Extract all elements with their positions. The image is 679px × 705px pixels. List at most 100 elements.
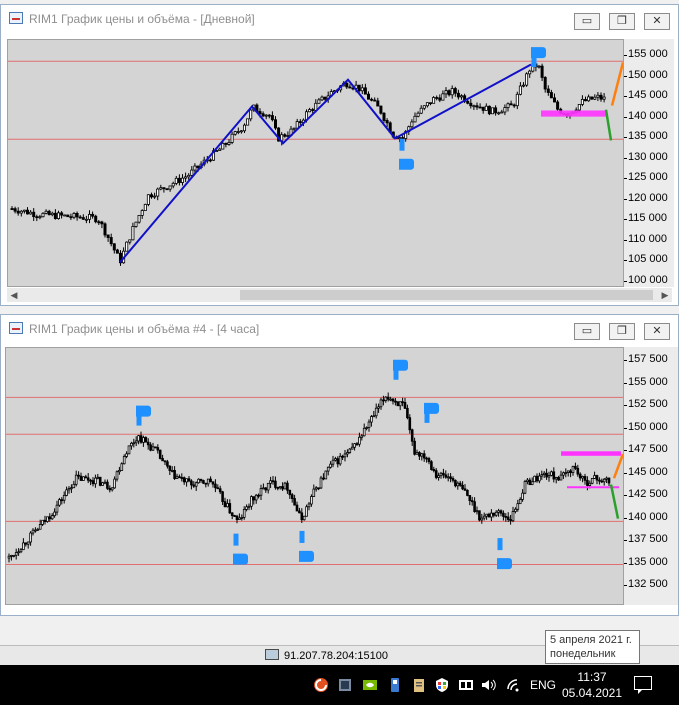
- close-button[interactable]: ✕: [644, 323, 670, 340]
- minimize-button[interactable]: ▭: [574, 323, 600, 340]
- restore-button[interactable]: ❐: [609, 13, 635, 30]
- candle-body: [10, 208, 14, 210]
- candle-body: [128, 239, 132, 243]
- candle-body: [348, 86, 352, 89]
- scroll-left-icon[interactable]: ◀: [7, 288, 21, 302]
- candle-body: [153, 195, 157, 198]
- daily-horizontal-scrollbar[interactable]: ◀ ▶: [7, 288, 672, 302]
- candle-body: [292, 127, 296, 130]
- candle-body: [481, 106, 485, 111]
- candle-body: [74, 474, 78, 485]
- candle-body: [490, 512, 493, 518]
- close-button[interactable]: ✕: [644, 13, 670, 30]
- candle-body: [79, 475, 83, 481]
- candle-body: [428, 102, 432, 105]
- candle-body: [180, 177, 184, 183]
- candle-body: [94, 477, 97, 485]
- candle-body: [363, 87, 367, 95]
- four-hour-price-chart[interactable]: [5, 347, 624, 605]
- candle-body: [528, 70, 532, 75]
- candle-body: [250, 496, 253, 507]
- wifi-icon[interactable]: [506, 677, 522, 693]
- candle-body: [583, 476, 587, 481]
- usb-device-icon[interactable]: [387, 677, 403, 693]
- candle-body: [533, 475, 536, 483]
- supply-zone: [561, 451, 621, 456]
- clipboard-app-icon[interactable]: [411, 677, 427, 693]
- input-language-indicator[interactable]: ENG: [530, 678, 556, 692]
- nvidia-icon[interactable]: [362, 677, 378, 693]
- candle-body: [271, 480, 275, 483]
- speaker-volume-icon[interactable]: [480, 677, 496, 693]
- candle-body: [143, 204, 147, 211]
- candle-body: [401, 401, 404, 404]
- candle-body: [472, 105, 476, 108]
- scroll-right-icon[interactable]: ▶: [658, 288, 672, 302]
- candle-body: [50, 515, 54, 520]
- candle-body: [70, 487, 73, 490]
- price-tick-mark: [624, 137, 627, 139]
- taskbar-clock[interactable]: 11:37 05.04.2021: [560, 669, 624, 701]
- scrollbar-thumb[interactable]: [240, 290, 653, 300]
- daily-price-axis: 155 000 150 000 145 000 140 000 135 000 130 0…: [624, 39, 674, 287]
- window-titlebar[interactable]: RIM1 График цены и объёма #4 - [4 часа] …: [1, 315, 678, 343]
- candle-body: [566, 470, 570, 473]
- candle-body: [549, 92, 553, 99]
- window-app-icon[interactable]: [337, 677, 353, 693]
- candle-body: [69, 216, 73, 219]
- candle-body: [130, 442, 133, 447]
- candle-body: [334, 458, 337, 461]
- window-titlebar[interactable]: RIM1 График цены и объёма - [Дневной] ▭ …: [1, 5, 678, 33]
- candle-body: [218, 148, 222, 151]
- candle-body: [329, 463, 332, 468]
- candle-body: [209, 478, 212, 483]
- candle-body: [182, 477, 186, 483]
- candle-body: [358, 436, 361, 445]
- candle-body: [410, 121, 414, 128]
- candle-body: [360, 87, 364, 92]
- candle-body: [526, 479, 529, 482]
- projection-down-line: [609, 484, 620, 519]
- action-center-icon[interactable]: [634, 676, 652, 694]
- candle-body: [492, 512, 496, 516]
- tooltip-date: 5 апреля 2021 г.: [550, 634, 632, 646]
- pointer-hand-icon: [531, 47, 546, 59]
- app-swirl-icon[interactable]: [313, 677, 329, 693]
- candle-body: [26, 541, 30, 545]
- daily-chart-window: RIM1 График цены и объёма - [Дневной] ▭ …: [0, 4, 679, 306]
- candle-body: [326, 466, 330, 472]
- candle-body: [100, 221, 104, 225]
- daily-price-chart[interactable]: [7, 39, 624, 287]
- price-tick-mark: [624, 427, 627, 429]
- candle-body: [261, 113, 265, 117]
- candle-body: [106, 481, 109, 489]
- candle-body: [441, 93, 445, 101]
- candle-body: [518, 499, 522, 505]
- candle-body: [221, 491, 224, 503]
- candle-body: [475, 510, 479, 513]
- candle-body: [410, 429, 414, 442]
- candle-body: [435, 97, 439, 99]
- candle-body: [286, 482, 289, 491]
- candle-body: [81, 217, 85, 220]
- candle-body: [298, 121, 302, 123]
- candle-body: [503, 107, 507, 113]
- candle-body: [156, 188, 160, 197]
- restore-button[interactable]: ❐: [609, 323, 635, 340]
- candle-body: [466, 489, 469, 496]
- candle-body: [187, 174, 191, 178]
- candle-body: [91, 213, 95, 217]
- network-monitor-icon[interactable]: [458, 677, 474, 693]
- candle-body: [559, 474, 563, 481]
- security-shield-icon[interactable]: [434, 677, 450, 693]
- candle-body: [386, 396, 390, 400]
- candle-body: [470, 500, 474, 503]
- candle-body: [190, 169, 194, 176]
- candle-body: [514, 508, 517, 512]
- candle-body: [168, 185, 172, 190]
- candle-body: [184, 176, 188, 179]
- price-tick-mark: [624, 495, 627, 497]
- candle-body: [247, 505, 251, 508]
- candle-body: [355, 443, 359, 446]
- minimize-button[interactable]: ▭: [574, 13, 600, 30]
